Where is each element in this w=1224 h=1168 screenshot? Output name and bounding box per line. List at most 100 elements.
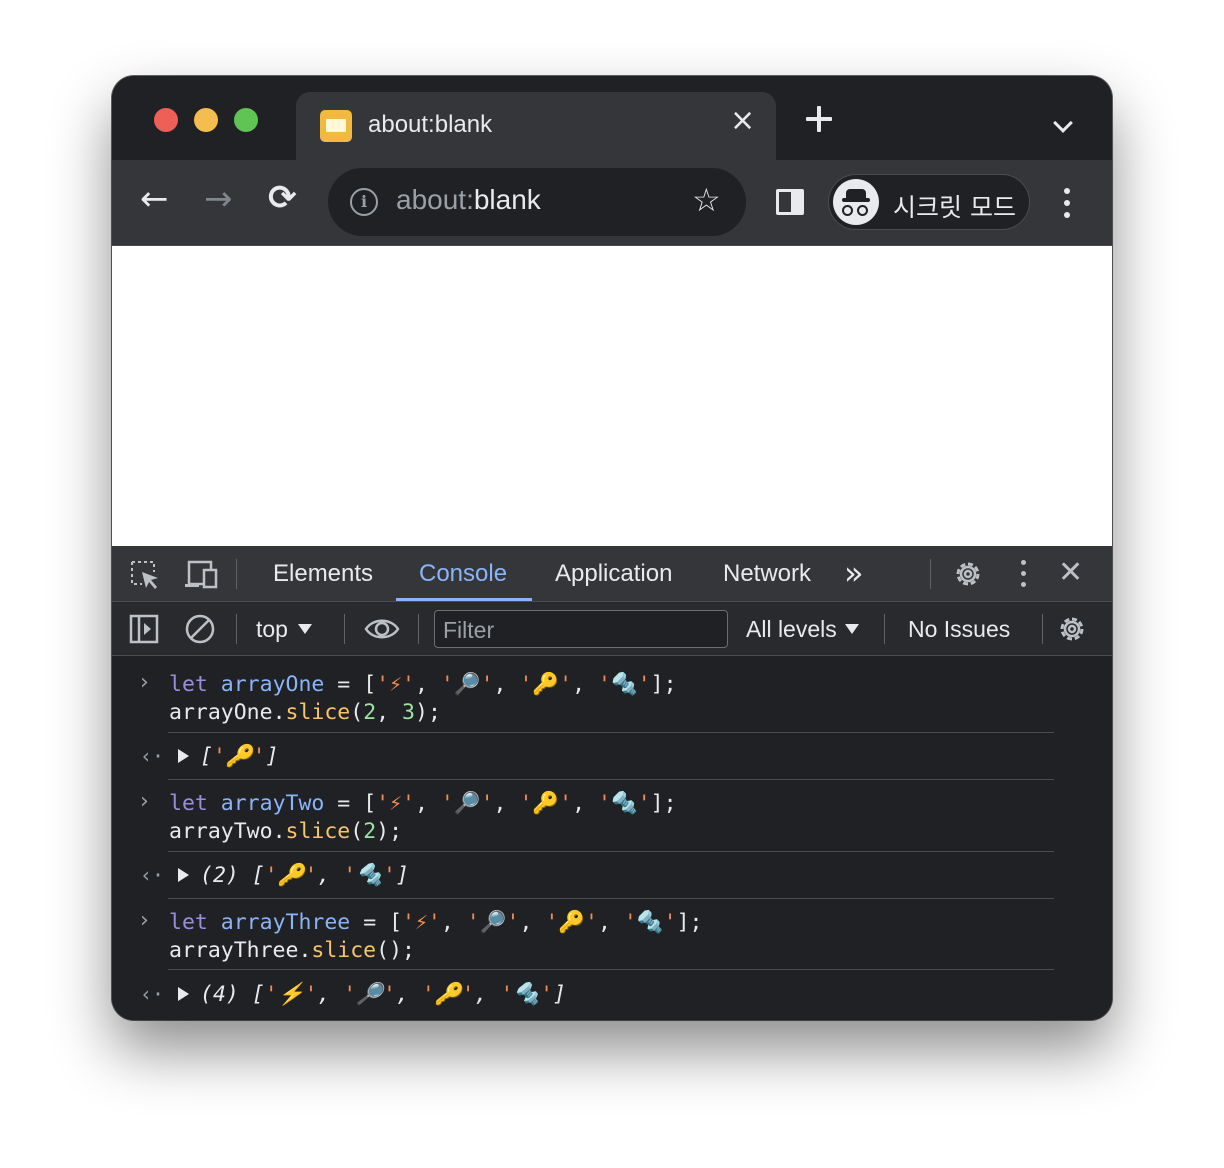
console-input-line[interactable]: let arrayThree = ['⚡', '🔎', '🔑', '🔩']; [169, 910, 702, 935]
expand-triangle-icon[interactable] [178, 868, 189, 882]
active-tab-indicator [396, 598, 532, 601]
browser-menu-icon[interactable] [1064, 188, 1070, 218]
output-return-arrow: ‹· [140, 744, 165, 768]
string-literal: '🔎' [343, 982, 396, 1007]
comma: , [598, 910, 624, 935]
string-literal: '🔑' [519, 672, 573, 697]
tab-about-blank[interactable]: about:blank × [296, 92, 776, 160]
minimize-window-button[interactable] [194, 108, 218, 132]
incognito-icon [833, 179, 879, 225]
settings-gear-icon[interactable] [952, 558, 984, 590]
console-result[interactable]: (2) ['🔑', '🔩'] [200, 863, 409, 888]
url-text[interactable]: about:blank [396, 184, 541, 216]
console-output[interactable]: › let arrayOne = ['⚡', '🔎', '🔑', '🔩']; arr… [112, 656, 1112, 1020]
string-literal: '🔎' [440, 791, 494, 816]
forward-arrow-icon[interactable]: → [204, 182, 233, 216]
issues-button[interactable]: No Issues [908, 616, 1010, 643]
info-icon[interactable]: i [350, 188, 378, 216]
number-literal: 2 [363, 700, 377, 725]
string-literal: '🔑' [212, 744, 266, 769]
bracket: [ [251, 982, 265, 1007]
filter-input[interactable]: Filter [434, 610, 728, 648]
input-prompt-chevron: › [140, 908, 149, 933]
page-content [112, 246, 1112, 546]
operator: = [ [350, 910, 403, 935]
variable-name: arrayOne [220, 672, 325, 697]
string-literal: '🔩' [598, 672, 651, 697]
incognito-profile-button[interactable]: 시크릿 모드 [828, 174, 1030, 230]
clear-console-icon[interactable] [184, 613, 216, 645]
input-prompt-chevron: › [140, 670, 149, 695]
object-name: arrayTwo [169, 819, 273, 844]
string-literal: '⚡' [376, 791, 415, 816]
bracket: [ [251, 863, 265, 888]
maximize-window-button[interactable] [234, 108, 258, 132]
log-levels-dropdown[interactable]: All levels [746, 616, 859, 643]
bracket: ] [395, 863, 409, 888]
keyword: let [169, 910, 208, 935]
close-devtools-icon[interactable]: ✕ [1058, 555, 1083, 590]
comma: , [440, 910, 467, 935]
console-input-line[interactable]: let arrayOne = ['⚡', '🔎', '🔑', '🔩']; [169, 672, 677, 697]
close-window-button[interactable] [154, 108, 178, 132]
tab-console[interactable]: Console [419, 560, 507, 588]
console-input-line[interactable]: arrayOne.slice(2, 3); [169, 700, 441, 725]
paren: ( [350, 819, 364, 844]
comma: , [414, 791, 441, 816]
comma: , [395, 982, 422, 1007]
string-literal: '🔩' [343, 863, 396, 888]
expand-triangle-icon[interactable] [178, 749, 189, 763]
device-toolbar-icon[interactable] [184, 560, 218, 590]
method-name: slice [285, 700, 351, 725]
paren: ); [389, 938, 415, 963]
new-tab-icon[interactable] [804, 104, 834, 134]
chevron-down-icon[interactable] [1053, 113, 1073, 133]
console-input-line[interactable]: arrayTwo.slice(2); [169, 819, 402, 844]
dot: . [272, 819, 286, 844]
context-selector[interactable]: top [256, 616, 312, 643]
string-literal: '🔩' [598, 791, 651, 816]
string-literal: '🔎' [466, 910, 520, 935]
console-settings-gear-icon[interactable] [1056, 613, 1088, 645]
incognito-label: 시크릿 모드 [893, 193, 1016, 222]
bookmark-star-icon[interactable]: ☆ [692, 184, 721, 216]
more-tabs-icon[interactable]: » [844, 554, 864, 592]
tab-elements[interactable]: Elements [273, 560, 373, 588]
inspect-element-icon[interactable] [130, 560, 160, 590]
side-panel-icon[interactable] [776, 189, 804, 215]
comma: , [474, 982, 501, 1007]
comma: , [376, 700, 403, 725]
console-result[interactable]: ['🔑'] [200, 744, 279, 769]
variable-name: arrayThree [220, 910, 351, 935]
address-bar[interactable]: i about:blank ☆ [328, 168, 746, 236]
comma: , [317, 863, 344, 888]
tab-title: about:blank [368, 111, 493, 138]
string-literal: '🔑' [519, 791, 573, 816]
blank-page-icon [320, 110, 352, 142]
string-literal: '🔩' [623, 910, 677, 935]
comma: , [519, 910, 546, 935]
live-expression-eye-icon[interactable] [364, 616, 400, 642]
console-result[interactable]: (4) ['⚡', '🔎', '🔑', '🔩'] [200, 982, 566, 1007]
tab-application[interactable]: Application [555, 560, 672, 588]
output-return-arrow: ‹· [140, 982, 165, 1006]
string-literal: '🔩' [500, 982, 554, 1007]
console-input-line[interactable]: let arrayTwo = ['⚡', '🔎', '🔑', '🔩']; [169, 791, 677, 816]
reload-icon[interactable]: ⟳ [268, 181, 297, 215]
tab-network[interactable]: Network [723, 560, 811, 588]
string-literal: '🔑' [264, 863, 318, 888]
console-input-line[interactable]: arrayThree.slice(); [169, 938, 415, 963]
output-return-arrow: ‹· [140, 863, 165, 887]
number-literal: 2 [363, 819, 377, 844]
browser-toolbar: ← → ⟳ i about:blank ☆ 시크릿 모드 [112, 160, 1112, 246]
tab-close-icon[interactable]: × [730, 106, 755, 136]
sidebar-toggle-icon[interactable] [129, 614, 159, 644]
string-literal: '⚡' [264, 982, 318, 1007]
paren: ( [350, 700, 364, 725]
comma: , [493, 791, 520, 816]
expand-triangle-icon[interactable] [178, 987, 189, 1001]
back-arrow-icon[interactable]: ← [140, 182, 169, 216]
console-toolbar: top Filter All levels No Issues [112, 602, 1112, 656]
comma: , [493, 672, 520, 697]
devtools-menu-icon[interactable] [1020, 560, 1026, 588]
